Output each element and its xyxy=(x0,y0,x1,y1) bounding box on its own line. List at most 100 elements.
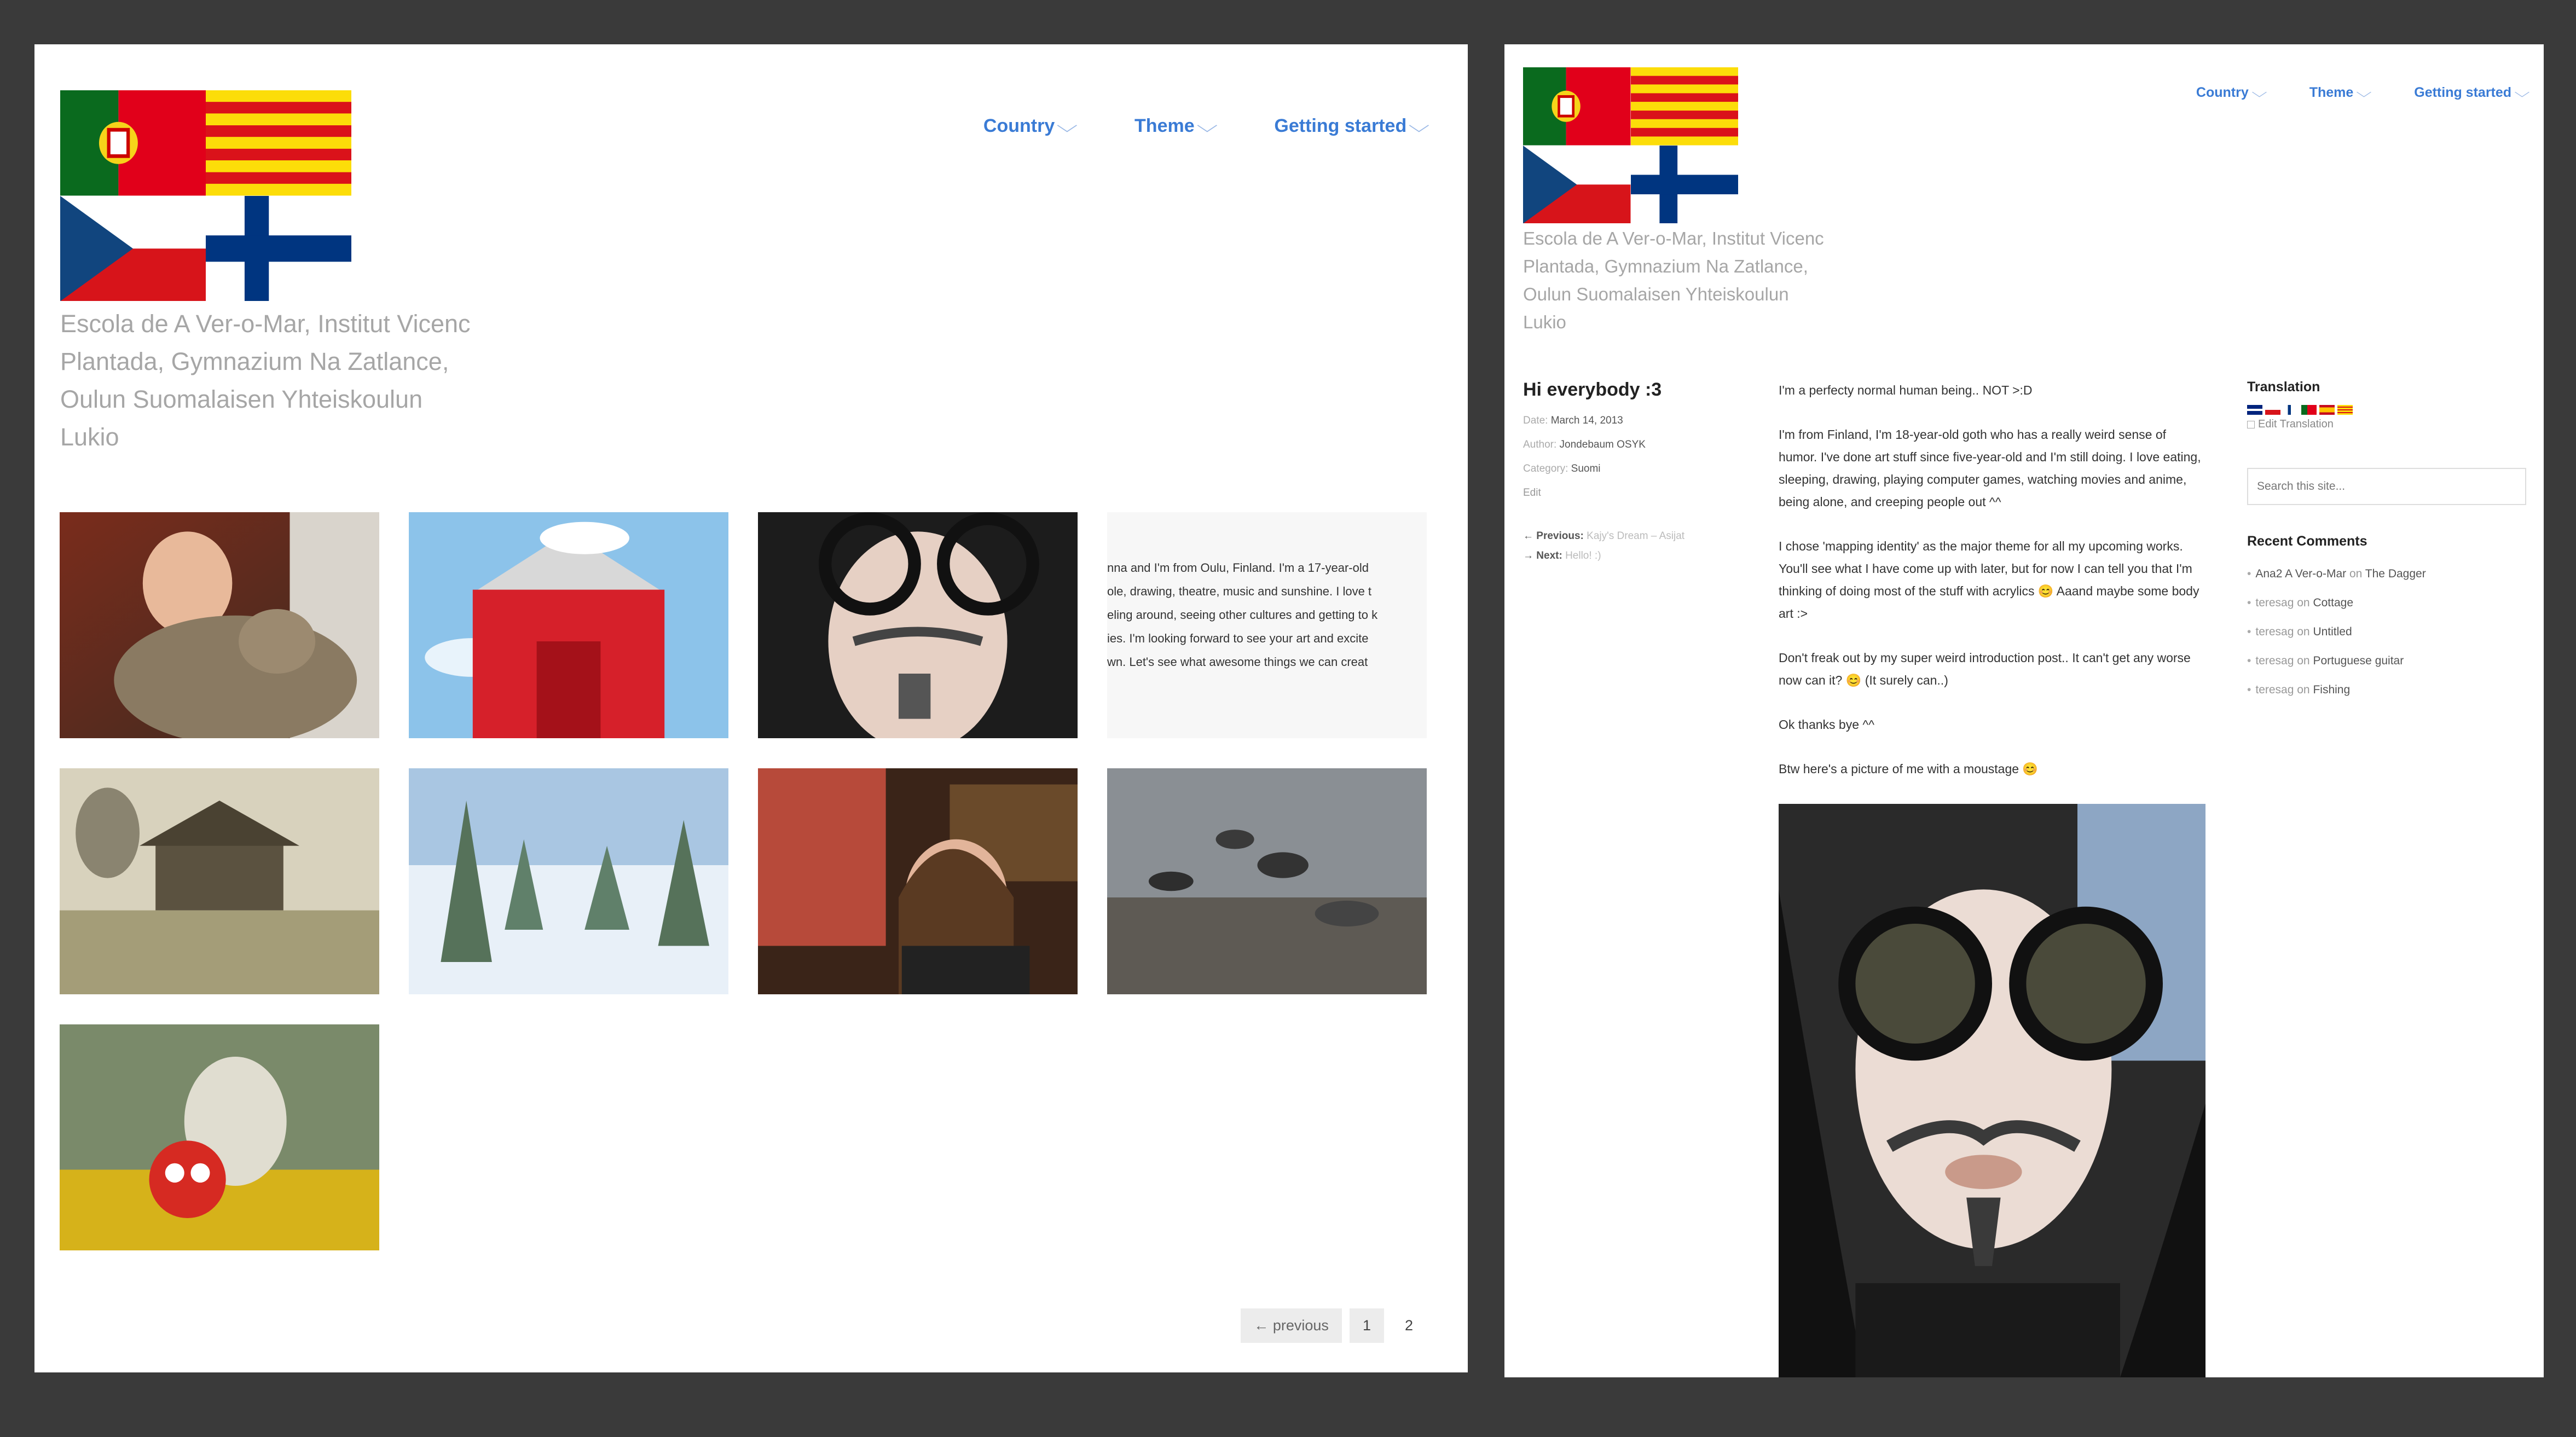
site-description-line: Escola de A Ver-o-Mar, Institut Vicenc xyxy=(1523,228,1824,248)
nav-item-theme[interactable]: Theme ⌵ xyxy=(2309,85,2372,101)
page-link-1[interactable]: 1 xyxy=(1349,1308,1384,1343)
previous-page-button[interactable]: ← previous xyxy=(1241,1308,1342,1343)
recent-comment-item: • teresag on Untitled xyxy=(2247,625,2352,638)
edit-link[interactable]: Edit xyxy=(1523,487,1764,499)
czech-flag-icon[interactable] xyxy=(2265,405,2280,415)
main-nav: Country ⌵ Theme ⌵ Getting started ⌵ xyxy=(983,115,1430,137)
blog-index-panel: Escola de A Ver-o-Mar, Institut Vicenc P… xyxy=(34,44,1468,1372)
nav-item-country[interactable]: Country ⌵ xyxy=(983,115,1078,137)
comment-post-link[interactable]: Portuguese guitar xyxy=(2313,654,2404,667)
previous-post[interactable]: ← Previous: Kajy's Dream – Asijat xyxy=(1523,526,1764,546)
comment-author-link[interactable]: teresag xyxy=(2255,654,2294,667)
site-description-line: Plantada, Gymnazium Na Zatlance, xyxy=(1523,256,1808,276)
chevron-down-icon: ⌵ xyxy=(2514,85,2530,100)
post-meta: Hi everybody :3 Date: March 14, 2013 Aut… xyxy=(1523,379,1764,566)
snoopy-doghouse-thumbnail[interactable] xyxy=(409,512,728,738)
text-excerpt-thumbnail[interactable]: nna and I'm from Oulu, Finland. I'm a 17… xyxy=(1107,512,1427,738)
english-flag-icon[interactable] xyxy=(2247,405,2262,415)
girl-in-restaurant-thumbnail[interactable] xyxy=(758,768,1078,994)
czech-flag-icon xyxy=(1523,145,1631,223)
edit-translation[interactable]: Edit Translation xyxy=(2247,418,2526,431)
comment-post-link[interactable]: The Dagger xyxy=(2365,567,2426,580)
comment-post-link[interactable]: Fishing xyxy=(2313,683,2350,696)
comment-on-text: on xyxy=(2297,596,2310,609)
author-link[interactable]: Jondebaum OSYK xyxy=(1560,439,1646,450)
chevron-down-icon: ⌵ xyxy=(1056,115,1078,136)
finland-flag-icon xyxy=(1630,145,1738,223)
comment-post-link[interactable]: Untitled xyxy=(2313,625,2352,638)
previous-post-link[interactable]: Kajy's Dream – Asijat xyxy=(1587,530,1684,542)
site-description: Escola de A Ver-o-Mar, Institut Vicenc P… xyxy=(1523,224,1868,336)
search-input[interactable] xyxy=(2247,468,2526,505)
checkbox-icon[interactable] xyxy=(2247,420,2255,428)
nav-item-label: Getting started xyxy=(1274,115,1407,136)
main-nav: Country ⌵ Theme ⌵ Getting started ⌵ xyxy=(2196,85,2530,101)
comment-author-link[interactable]: teresag xyxy=(2255,683,2294,696)
portugal-flag-icon xyxy=(1523,67,1631,146)
next-post-link[interactable]: Hello! :) xyxy=(1565,550,1601,561)
category-label: Category: xyxy=(1523,463,1568,474)
portugal-flag-icon xyxy=(60,90,206,196)
finland-flag-icon[interactable] xyxy=(2283,405,2299,415)
nav-item-getting-started[interactable]: Getting started ⌵ xyxy=(1274,115,1429,137)
post-paragraph: I'm from Finland, I'm 18-year-old goth w… xyxy=(1779,427,2201,509)
site-description-line: Escola de A Ver-o-Mar, Institut Vicenc xyxy=(60,310,471,338)
recent-comments-heading: Recent Comments xyxy=(2247,534,2367,549)
post-author: Author: Jondebaum OSYK xyxy=(1523,439,1764,451)
spain-flag-icon[interactable] xyxy=(2319,405,2335,415)
page-link-2[interactable]: 2 xyxy=(1392,1308,1426,1343)
next-post[interactable]: → Next: Hello! :) xyxy=(1523,546,1764,566)
catalonia-flag-icon xyxy=(206,90,351,196)
post-paragraph: Ok thanks bye ^^ xyxy=(1779,717,1874,732)
post-navigation: ← Previous: Kajy's Dream – Asijat → Next… xyxy=(1523,526,1764,566)
nav-item-label: Country xyxy=(2196,85,2249,100)
date-label: Date: xyxy=(1523,415,1548,426)
comment-on-text: on xyxy=(2349,567,2363,580)
finland-flag-icon xyxy=(206,195,351,301)
category-link[interactable]: Suomi xyxy=(1571,463,1601,474)
site-description-line: Oulun Suomalaisen Yhteiskoulun xyxy=(60,385,423,413)
portugal-flag-icon[interactable] xyxy=(2301,405,2317,415)
site-logo[interactable] xyxy=(60,90,351,301)
dying-daylight-house-thumbnail[interactable] xyxy=(60,768,379,994)
comment-author-link[interactable]: teresag xyxy=(2255,596,2294,609)
post-category: Category: Suomi xyxy=(1523,463,1764,475)
comment-author-link[interactable]: teresag xyxy=(2255,625,2294,638)
post-paragraph: Don't freak out by my super weird introd… xyxy=(1779,651,2191,687)
nav-item-theme[interactable]: Theme ⌵ xyxy=(1134,115,1218,137)
recent-comment-item: • Ana2 A Ver-o-Mar on The Dagger xyxy=(2247,567,2426,580)
nav-item-getting-started[interactable]: Getting started ⌵ xyxy=(2414,85,2530,101)
next-label: → Next: xyxy=(1523,550,1562,561)
comment-author-link[interactable]: Ana2 A Ver-o-Mar xyxy=(2255,567,2346,580)
chevron-down-icon: ⌵ xyxy=(1196,115,1218,136)
nav-item-label: Theme xyxy=(2309,85,2354,100)
site-description-line: Oulun Suomalaisen Yhteiskoulun xyxy=(1523,284,1789,304)
recent-comment-item: • teresag on Fishing xyxy=(2247,683,2351,696)
rocky-shore-thumbnail[interactable] xyxy=(1107,768,1427,994)
cat-portrait-thumbnail[interactable] xyxy=(60,512,379,738)
post-date: Date: March 14, 2013 xyxy=(1523,415,1764,427)
excerpt-line: nna and I'm from Oulu, Finland. I'm a 17… xyxy=(1107,561,1369,575)
chevron-down-icon: ⌵ xyxy=(2251,85,2267,100)
blog-post-panel: Escola de A Ver-o-Mar, Institut Vicenc P… xyxy=(1504,44,2544,1377)
catalonia-flag-icon[interactable] xyxy=(2337,405,2353,415)
translation-heading: Translation xyxy=(2247,379,2320,395)
nav-item-label: Theme xyxy=(1134,115,1195,136)
nav-item-label: Country xyxy=(983,115,1055,136)
catalonia-flag-icon xyxy=(1630,67,1738,146)
angry-bird-thumbnail[interactable] xyxy=(60,1024,379,1250)
comment-on-text: on xyxy=(2297,654,2310,667)
recent-comment-item: • teresag on Portuguese guitar xyxy=(2247,654,2404,667)
site-description-line: Lukio xyxy=(60,423,119,451)
comment-post-link[interactable]: Cottage xyxy=(2313,596,2353,609)
excerpt-line: wn. Let's see what awesome things we can… xyxy=(1107,655,1368,669)
post-content: I'm a perfecty normal human being.. NOT … xyxy=(1779,379,2205,802)
nav-item-country[interactable]: Country ⌵ xyxy=(2196,85,2267,101)
moustache-selfie-thumbnail[interactable] xyxy=(758,512,1078,738)
pagination: ← previous 1 2 xyxy=(1241,1308,1426,1343)
excerpt-line: ole, drawing, theatre, music and sunshin… xyxy=(1107,584,1372,598)
post-title: Hi everybody :3 xyxy=(1523,379,1662,400)
site-logo[interactable] xyxy=(1523,67,1738,223)
snowy-forest-thumbnail[interactable] xyxy=(409,768,728,994)
recent-comment-item: • teresag on Cottage xyxy=(2247,596,2354,609)
